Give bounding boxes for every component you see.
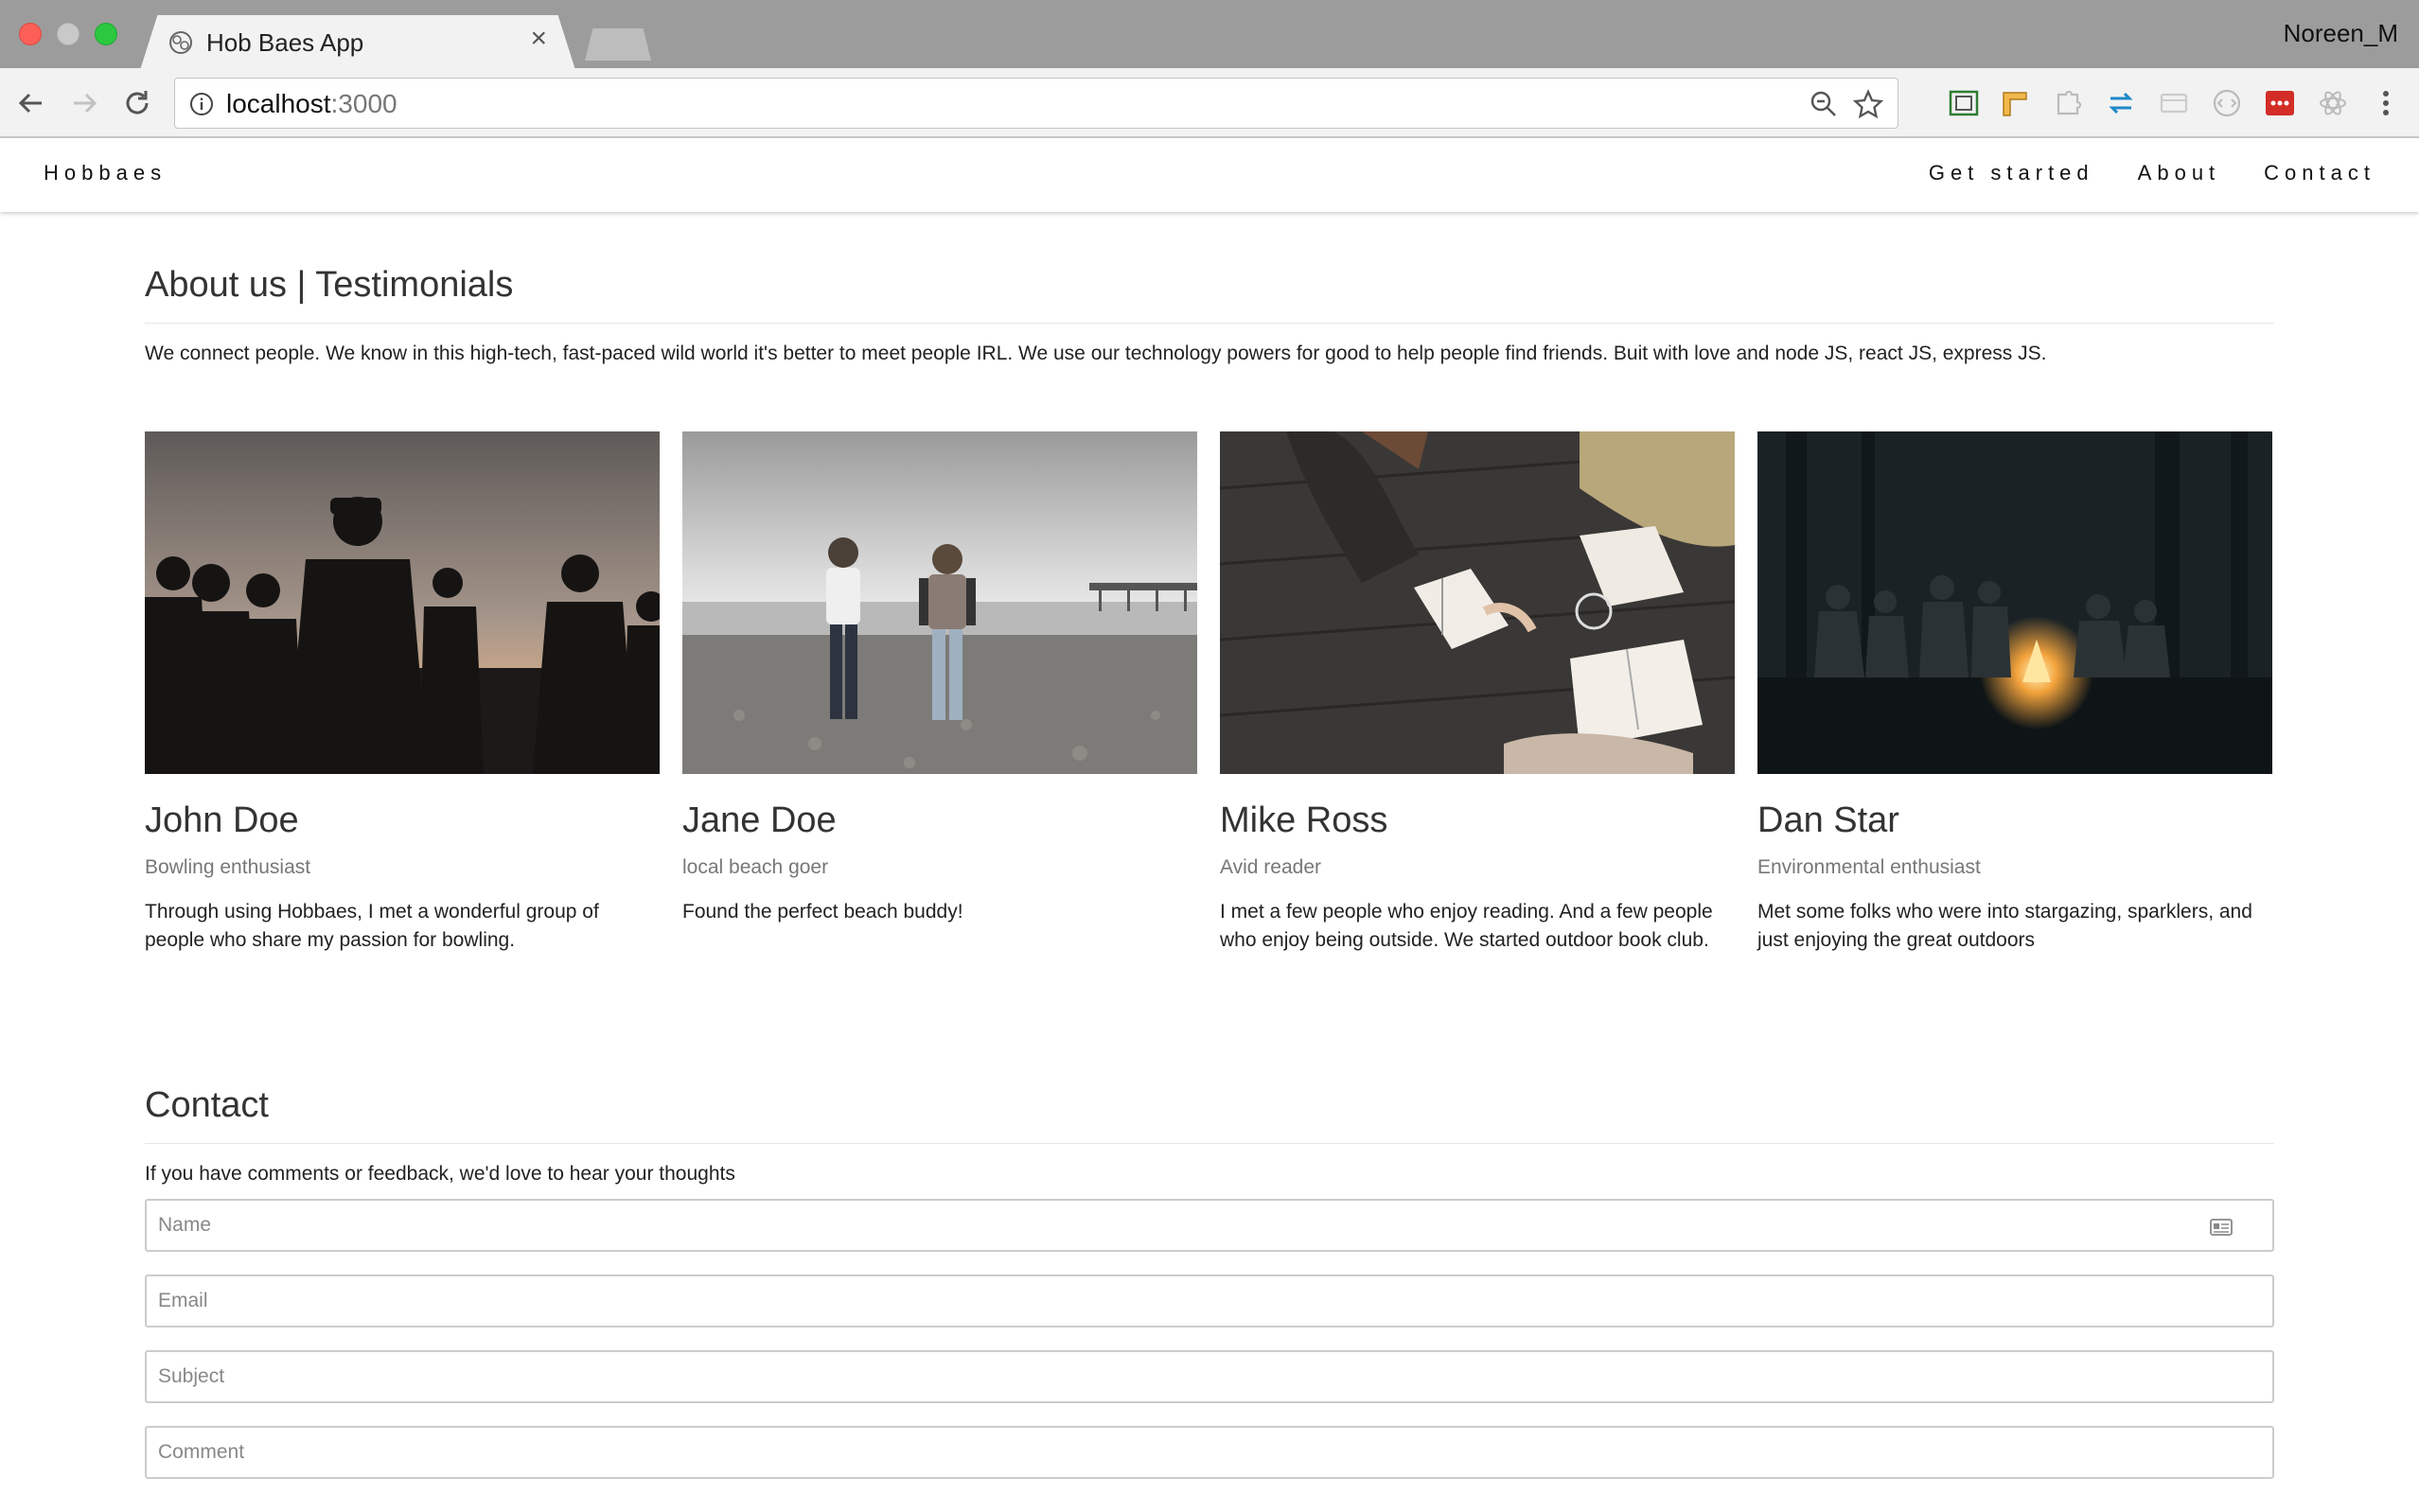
browser-toolbar: localhost:3000 bbox=[0, 68, 2419, 138]
back-arrow-icon[interactable] bbox=[13, 85, 49, 121]
browser-menu-icon[interactable] bbox=[2368, 85, 2404, 121]
reading-at-picnic-table-image bbox=[1220, 431, 1735, 774]
campfire-in-forest-image bbox=[1757, 431, 2272, 774]
tab-title: Hob Baes App bbox=[206, 28, 364, 57]
puzzle-extension-icon[interactable] bbox=[2050, 85, 2086, 121]
testimonial-card: Jane Doe local beach goer Found the perf… bbox=[682, 431, 1197, 955]
swap-arrows-extension-icon[interactable] bbox=[2103, 85, 2139, 121]
url-text[interactable]: localhost:3000 bbox=[226, 89, 397, 119]
site-navbar: Hobbaes Get started About Contact bbox=[0, 138, 2419, 212]
testimonial-name: Dan Star bbox=[1757, 800, 1899, 840]
main-content: About us | Testimonials We connect peopl… bbox=[145, 212, 2274, 1479]
reload-icon[interactable] bbox=[119, 85, 155, 121]
comment-input[interactable] bbox=[147, 1428, 2272, 1477]
testimonial-quote: Through using Hobbaes, I met a wonderful… bbox=[145, 901, 599, 951]
profile-name[interactable]: Noreen_M bbox=[2284, 19, 2398, 48]
contact-form bbox=[145, 1199, 2274, 1479]
url-port: :3000 bbox=[330, 89, 397, 118]
site-info-icon[interactable] bbox=[188, 91, 215, 117]
browser-titlebar: Hob Baes App × Noreen_M bbox=[0, 0, 2419, 70]
testimonial-name: John Doe bbox=[145, 800, 299, 840]
testimonial-role: Bowling enthusiast bbox=[145, 856, 311, 878]
minimize-window-button[interactable] bbox=[57, 23, 79, 45]
forward-arrow-icon[interactable] bbox=[66, 85, 102, 121]
name-field-wrapper bbox=[145, 1199, 2274, 1252]
subject-field-wrapper bbox=[145, 1350, 2274, 1403]
email-field-wrapper bbox=[145, 1275, 2274, 1327]
testimonial-card: John Doe Bowling enthusiast Through usin… bbox=[145, 431, 660, 955]
url-host: localhost bbox=[226, 89, 331, 118]
code-extension-icon[interactable] bbox=[2209, 85, 2245, 121]
brand-logo[interactable]: Hobbaes bbox=[44, 161, 167, 185]
new-tab-button[interactable] bbox=[585, 28, 651, 61]
zoom-out-icon[interactable] bbox=[1809, 89, 1839, 119]
email-input[interactable] bbox=[147, 1276, 2272, 1326]
ruler-extension-icon[interactable] bbox=[1997, 85, 2033, 121]
testimonial-name: Mike Ross bbox=[1220, 800, 1388, 840]
address-bar[interactable]: localhost:3000 bbox=[174, 78, 1898, 129]
contact-title: Contact bbox=[145, 1085, 2274, 1144]
testimonial-card: Mike Ross Avid reader I met a few people… bbox=[1220, 431, 1735, 955]
testimonial-name: Jane Doe bbox=[682, 800, 837, 840]
about-text: We connect people. We know in this high-… bbox=[145, 343, 2047, 364]
contact-text: If you have comments or feedback, we'd l… bbox=[145, 1163, 735, 1185]
maximize-window-button[interactable] bbox=[95, 23, 117, 45]
testimonial-quote: Met some folks who were into stargazing,… bbox=[1757, 901, 2252, 951]
lastpass-extension-icon[interactable] bbox=[2262, 85, 2298, 121]
subject-input[interactable] bbox=[147, 1352, 2272, 1401]
nav-link-get-started[interactable]: Get started bbox=[1929, 161, 2094, 185]
testimonial-quote: I met a few people who enjoy reading. An… bbox=[1220, 901, 1713, 951]
nav-links: Get started About Contact bbox=[1929, 161, 2375, 185]
testimonial-quote: Found the perfect beach buddy! bbox=[682, 901, 963, 923]
about-title: About us | Testimonials bbox=[145, 265, 2274, 324]
react-devtools-icon[interactable] bbox=[2315, 85, 2351, 121]
nav-link-contact[interactable]: Contact bbox=[2264, 161, 2375, 185]
testimonial-role: Environmental enthusiast bbox=[1757, 856, 1981, 878]
testimonial-card: Dan Star Environmental enthusiast Met so… bbox=[1757, 431, 2272, 955]
browser-tab-active[interactable]: Hob Baes App × bbox=[140, 15, 575, 70]
testimonial-role: local beach goer bbox=[682, 856, 829, 878]
two-women-on-beach-image bbox=[682, 431, 1197, 774]
card-extension-icon[interactable] bbox=[2156, 85, 2192, 121]
autofill-contact-card-icon[interactable] bbox=[2210, 1218, 2233, 1237]
tab-close-icon[interactable]: × bbox=[530, 25, 547, 53]
bookmark-star-icon[interactable] bbox=[1852, 88, 1884, 120]
testimonial-role: Avid reader bbox=[1220, 856, 1322, 878]
name-input[interactable] bbox=[147, 1201, 2272, 1250]
close-window-button[interactable] bbox=[19, 23, 42, 45]
comment-field-wrapper bbox=[145, 1426, 2274, 1479]
nav-link-about[interactable]: About bbox=[2138, 161, 2221, 185]
screenshot-extension-icon[interactable] bbox=[1946, 85, 1982, 121]
favicon-icon bbox=[169, 31, 192, 54]
testimonial-cards: John Doe Bowling enthusiast Through usin… bbox=[145, 431, 2274, 955]
silhouettes-at-sunset-image bbox=[145, 431, 660, 774]
